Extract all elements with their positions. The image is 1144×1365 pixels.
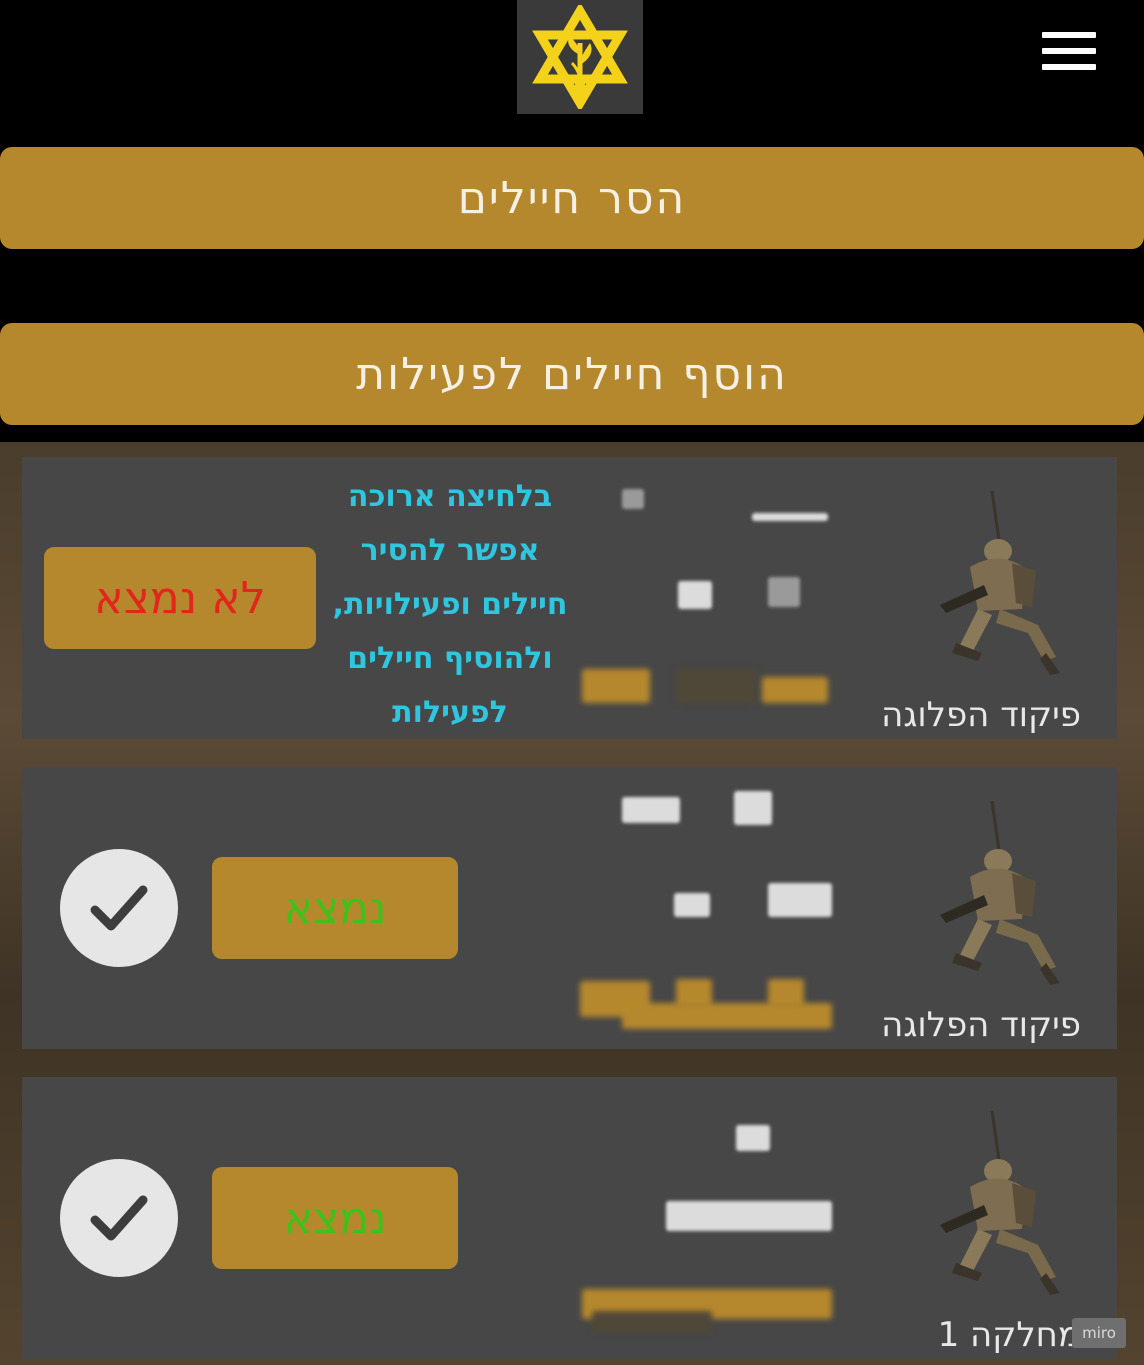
unit-label: פיקוד הפלוגה — [881, 1005, 1081, 1045]
soldier-avatar-icon — [940, 800, 1060, 985]
redacted-phone-link — [762, 677, 828, 703]
soldier-avatar-icon — [940, 1110, 1060, 1295]
soldier-card[interactable]: פיקוד הפלוגה נמצא — [22, 767, 1117, 1049]
checkmark-icon[interactable] — [60, 849, 178, 967]
watermark-badge: miro — [1072, 1318, 1126, 1348]
redacted-id — [674, 893, 710, 917]
hamburger-menu-icon[interactable] — [1038, 28, 1100, 74]
menu-line — [1042, 48, 1096, 54]
remove-soldiers-button[interactable]: הסר חיילים — [0, 147, 1144, 249]
top-app-bar — [0, 0, 1144, 130]
soldier-card[interactable]: מחלקה 1 נמצא — [22, 1077, 1117, 1359]
redacted-id — [678, 581, 712, 609]
soldier-avatar-icon — [940, 490, 1060, 675]
redacted-phone-link — [676, 979, 712, 1007]
add-soldiers-to-activity-button[interactable]: הוסף חיילים לפעילות — [0, 323, 1144, 425]
hint-line: אפשר להסיר — [360, 533, 540, 568]
status-not-found-button[interactable]: לא נמצא — [44, 547, 316, 649]
hint-line: ולהוסיף חיילים — [347, 641, 553, 676]
redacted-phone-link — [768, 979, 804, 1007]
menu-line — [1042, 64, 1096, 70]
idf-star-emblem-icon — [532, 5, 628, 109]
menu-line — [1042, 32, 1096, 38]
redacted-name — [622, 489, 644, 509]
long-press-hint: בלחיצה ארוכה אפשר להסיר חיילים ופעילויות… — [300, 470, 600, 740]
hint-line: בלחיצה ארוכה — [347, 479, 553, 514]
hint-line: חיילים ופעילויות, — [332, 587, 568, 622]
redacted-name — [752, 513, 828, 521]
unit-label: מחלקה 1 — [937, 1315, 1081, 1355]
status-found-button[interactable]: נמצא — [212, 1167, 458, 1269]
redacted-id — [666, 1201, 832, 1231]
idf-logo — [517, 0, 643, 114]
hint-line: לפעילות — [392, 695, 508, 730]
status-found-button[interactable]: נמצא — [212, 857, 458, 959]
redacted-id — [768, 577, 800, 607]
redacted-phone-link — [592, 1311, 712, 1333]
redacted-name — [622, 797, 680, 823]
unit-label: פיקוד הפלוגה — [881, 695, 1081, 735]
redacted-phone-link — [676, 669, 756, 703]
redacted-name — [734, 791, 772, 825]
redacted-id — [768, 883, 832, 917]
checkmark-icon[interactable] — [60, 1159, 178, 1277]
redacted-name — [736, 1125, 770, 1151]
